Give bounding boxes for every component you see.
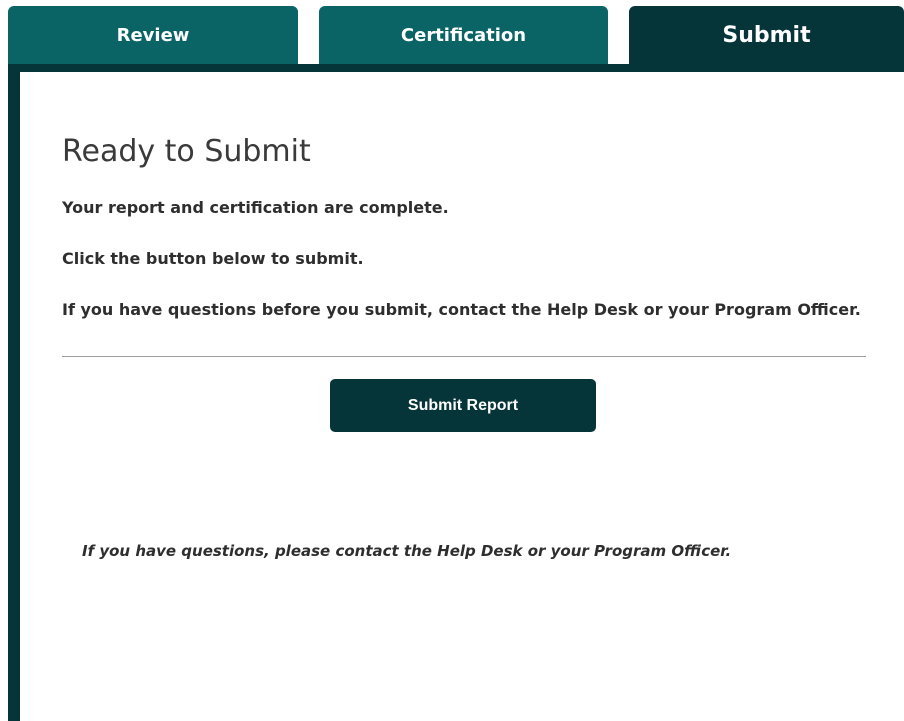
submit-report-button[interactable]: Submit Report bbox=[330, 379, 596, 432]
section-divider bbox=[62, 356, 866, 357]
tab-certification-label: Certification bbox=[400, 25, 527, 46]
tab-certification[interactable]: Certification bbox=[319, 6, 608, 66]
questions-message: If you have questions before you submit,… bbox=[62, 300, 861, 319]
content-panel-frame: Ready to Submit Your report and certific… bbox=[8, 64, 904, 721]
submission-page: Review Certification Submit Ready to Sub… bbox=[0, 0, 904, 721]
tab-review-label: Review bbox=[116, 25, 190, 46]
tab-submit-label: Submit bbox=[722, 23, 811, 48]
tab-submit[interactable]: Submit bbox=[629, 6, 904, 66]
step-tabs: Review Certification Submit bbox=[0, 0, 904, 66]
page-title: Ready to Submit bbox=[62, 134, 311, 169]
tab-review[interactable]: Review bbox=[8, 6, 298, 66]
help-footer-note: If you have questions, please contact th… bbox=[82, 542, 732, 560]
completion-message: Your report and certification are comple… bbox=[62, 198, 449, 217]
instruction-message: Click the button below to submit. bbox=[62, 249, 364, 268]
content-panel: Ready to Submit Your report and certific… bbox=[20, 72, 904, 721]
